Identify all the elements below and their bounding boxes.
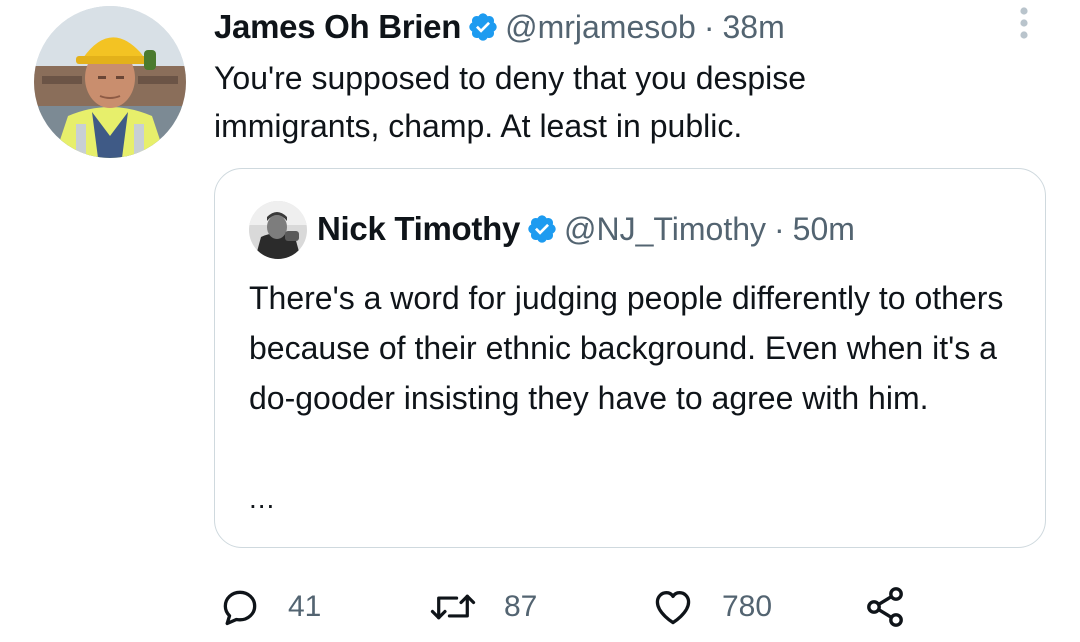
meta-separator: · bbox=[774, 210, 785, 247]
like-count: 780 bbox=[722, 590, 773, 623]
retweet-button[interactable]: 87 bbox=[428, 580, 537, 634]
heart-icon bbox=[655, 591, 691, 625]
verified-badge-icon bbox=[526, 213, 558, 245]
tweet-action-bar: 41 87 780 bbox=[214, 580, 934, 634]
reply-button[interactable]: 41 bbox=[218, 580, 321, 634]
quoted-tweet-truncation: ... bbox=[249, 483, 276, 514]
profile-photo bbox=[249, 201, 307, 259]
quoted-author-handle[interactable]: @NJ_Timothy bbox=[564, 211, 766, 247]
verified-badge-icon bbox=[467, 11, 499, 43]
more-options-button[interactable] bbox=[1010, 4, 1038, 44]
quoted-tweet-timestamp[interactable]: 50m bbox=[793, 211, 855, 247]
quoted-author-avatar bbox=[249, 201, 307, 259]
quoted-tweet-header: Nick Timothy @NJ_Timothy · 50m bbox=[317, 205, 855, 253]
quoted-author-name[interactable]: Nick Timothy bbox=[317, 210, 520, 248]
retweet-icon bbox=[430, 594, 476, 620]
quoted-tweet-text: There's a word for judging people differ… bbox=[249, 280, 1004, 416]
reply-icon bbox=[223, 590, 257, 626]
share-button[interactable] bbox=[862, 580, 910, 634]
share-icon bbox=[867, 587, 903, 627]
tweet-header: James Oh Brien @mrjamesob · 38m bbox=[214, 4, 785, 50]
like-button[interactable]: 780 bbox=[650, 580, 772, 634]
quoted-tweet-card[interactable]: Nick Timothy @NJ_Timothy · 50m There's a w… bbox=[214, 168, 1046, 548]
reply-count: 41 bbox=[288, 590, 322, 623]
retweet-count: 87 bbox=[504, 590, 538, 623]
author-name[interactable]: James Oh Brien bbox=[214, 8, 461, 46]
vertical-ellipsis-icon bbox=[1020, 7, 1028, 39]
author-avatar[interactable] bbox=[34, 6, 186, 158]
meta-separator: · bbox=[703, 8, 715, 45]
profile-photo bbox=[34, 6, 186, 158]
tweet-timestamp[interactable]: 38m bbox=[722, 9, 784, 45]
author-handle[interactable]: @mrjamesob bbox=[505, 9, 696, 45]
tweet-text: You're supposed to deny that you despise… bbox=[214, 60, 807, 144]
